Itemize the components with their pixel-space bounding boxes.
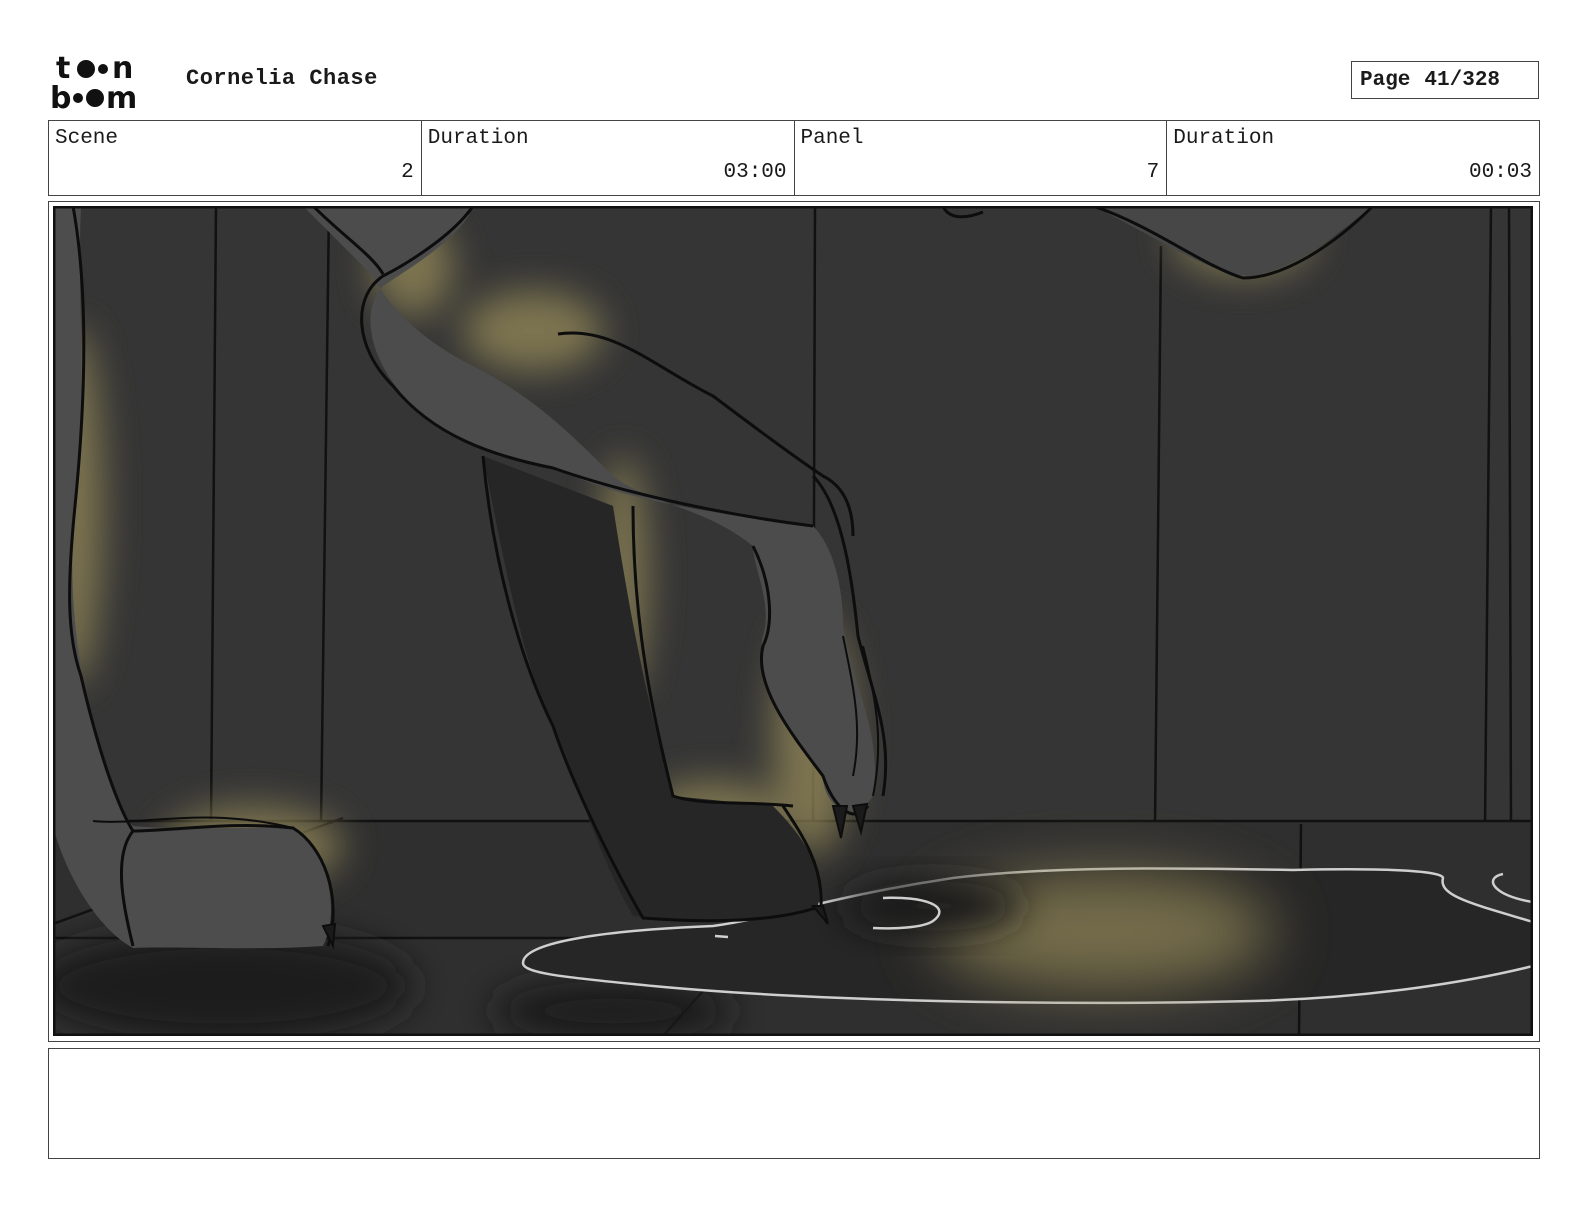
panel-notes-box xyxy=(48,1048,1540,1159)
storyboard-panel-image xyxy=(33,196,1535,1041)
scene-cell: Scene 2 xyxy=(49,121,422,195)
page-label: Page xyxy=(1360,68,1411,92)
panel-duration-label: Duration xyxy=(1173,127,1275,150)
page-number: 41/328 xyxy=(1424,68,1501,92)
svg-text:b: b xyxy=(50,81,71,112)
panel-label: Panel xyxy=(800,127,864,150)
toon-boom-logo: t n b m xyxy=(50,50,165,116)
scene-label: Scene xyxy=(55,127,119,150)
scene-duration-value: 03:00 xyxy=(723,161,787,184)
panel-duration-cell: Duration 00:03 xyxy=(1167,121,1539,195)
svg-text:m: m xyxy=(106,81,137,112)
panel-value: 7 xyxy=(1146,161,1160,184)
scene-info-row: Scene 2 Duration 03:00 Panel 7 Duration … xyxy=(48,120,1540,196)
scene-duration-label: Duration xyxy=(427,127,529,150)
panel-duration-value: 00:03 xyxy=(1468,161,1532,184)
scene-duration-cell: Duration 03:00 xyxy=(422,121,795,195)
page-indicator: Page 41/328 xyxy=(1351,61,1539,99)
scene-value: 2 xyxy=(401,161,414,184)
storyboard-panel-frame xyxy=(33,196,1540,1042)
panel-cell: Panel 7 xyxy=(795,121,1168,195)
project-title: Cornelia Chase xyxy=(186,66,378,91)
